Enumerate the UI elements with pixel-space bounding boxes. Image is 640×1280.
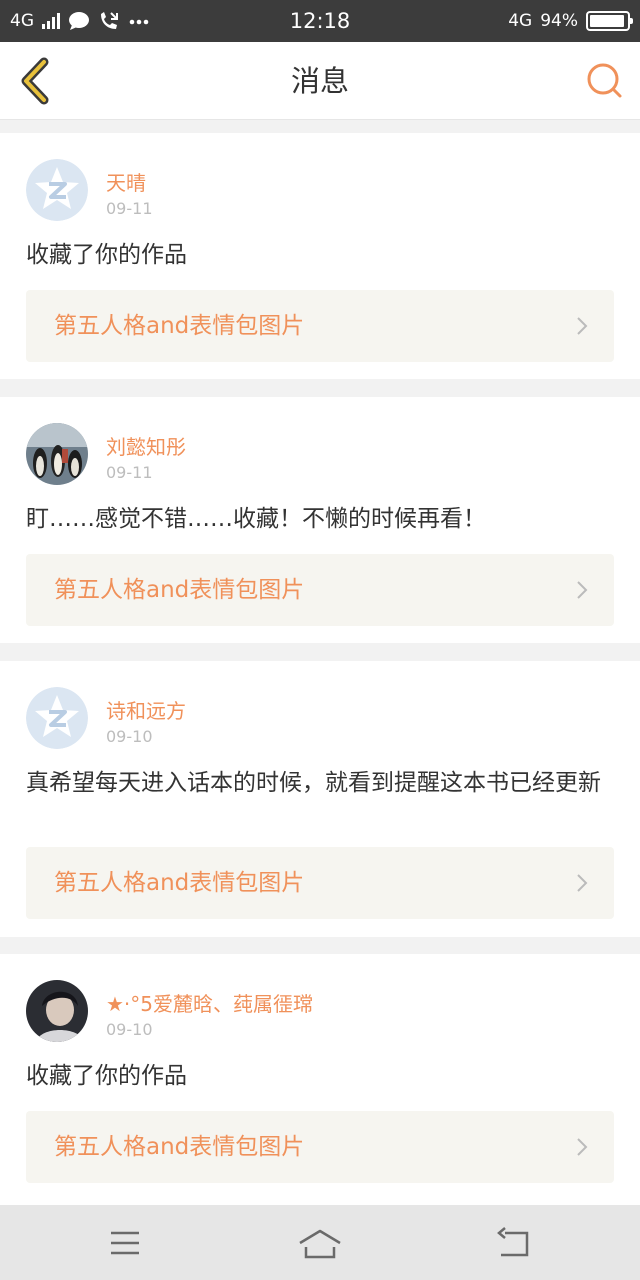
status-right: 4G 94% — [508, 0, 633, 42]
message-date: 09-11 — [106, 463, 153, 482]
work-link[interactable]: 第五人格and表情包图片 — [26, 554, 614, 626]
page-title: 消息 — [290, 64, 349, 98]
message-card: 诗和远方 09-10 真希望每天进入话本的时候，就看到提醒这本书已经更新 第五人… — [0, 661, 640, 937]
back-icon[interactable] — [493, 1223, 537, 1263]
message-date: 09-10 — [106, 1020, 153, 1039]
message-date: 09-10 — [106, 727, 153, 746]
home-icon[interactable] — [298, 1223, 342, 1263]
battery-icon — [586, 11, 633, 31]
work-link[interactable]: 第五人格and表情包图片 — [26, 1111, 614, 1183]
default-qq-avatar-icon — [26, 687, 88, 749]
default-avatar[interactable] — [26, 687, 88, 749]
sender-name[interactable]: 诗和远方 — [106, 695, 186, 724]
work-title: 第五人格and表情包图片 — [54, 313, 305, 339]
chevron-right-icon — [577, 317, 588, 335]
work-title: 第五人格and表情包图片 — [54, 870, 305, 896]
work-title: 第五人格and表情包图片 — [54, 577, 305, 603]
chevron-right-icon — [577, 1138, 588, 1156]
message-date: 09-11 — [106, 199, 153, 218]
chevron-right-icon — [577, 581, 588, 599]
sender-name[interactable]: 刘懿知彤 — [106, 431, 186, 460]
chevron-right-icon — [577, 874, 588, 892]
message-text: 收藏了你的作品 — [26, 242, 187, 268]
default-avatar[interactable] — [26, 159, 88, 221]
message-card: 刘懿知彤 09-11 盯……感觉不错……收藏！不懒的时候再看！ 第五人格and表… — [0, 397, 640, 643]
work-link[interactable]: 第五人格and表情包图片 — [26, 847, 614, 919]
message-text: 盯……感觉不错……收藏！不懒的时候再看！ — [26, 506, 486, 532]
sender-name[interactable]: 天晴 — [106, 167, 146, 196]
person-image-icon — [26, 980, 88, 1042]
work-link[interactable]: 第五人格and表情包图片 — [26, 290, 614, 362]
penguins-photo-avatar[interactable] — [26, 423, 88, 485]
message-card: 天晴 09-11 收藏了你的作品 第五人格and表情包图片 — [0, 133, 640, 379]
person-photo-avatar[interactable] — [26, 980, 88, 1042]
penguins-image-icon — [26, 423, 88, 485]
battery-percent: 94% — [540, 11, 578, 31]
search-icon[interactable] — [584, 60, 626, 102]
menu-icon[interactable] — [103, 1223, 147, 1263]
message-text: 真希望每天进入话本的时候，就看到提醒这本书已经更新 — [26, 770, 601, 796]
status-bar: 4G 12:18 4G 94% — [0, 0, 640, 42]
work-title: 第五人格and表情包图片 — [54, 1134, 305, 1160]
default-qq-avatar-icon — [26, 159, 88, 221]
network-type-right: 4G — [508, 11, 533, 31]
system-nav-bar — [0, 1205, 640, 1280]
message-text: 收藏了你的作品 — [26, 1063, 187, 1089]
message-card: ★·°5爱麓晗、莼属徰瑺 09-10 收藏了你的作品 第五人格and表情包图片 — [0, 954, 640, 1205]
sender-name[interactable]: ★·°5爱麓晗、莼属徰瑺 — [106, 988, 313, 1017]
header: 消息 — [0, 42, 640, 120]
